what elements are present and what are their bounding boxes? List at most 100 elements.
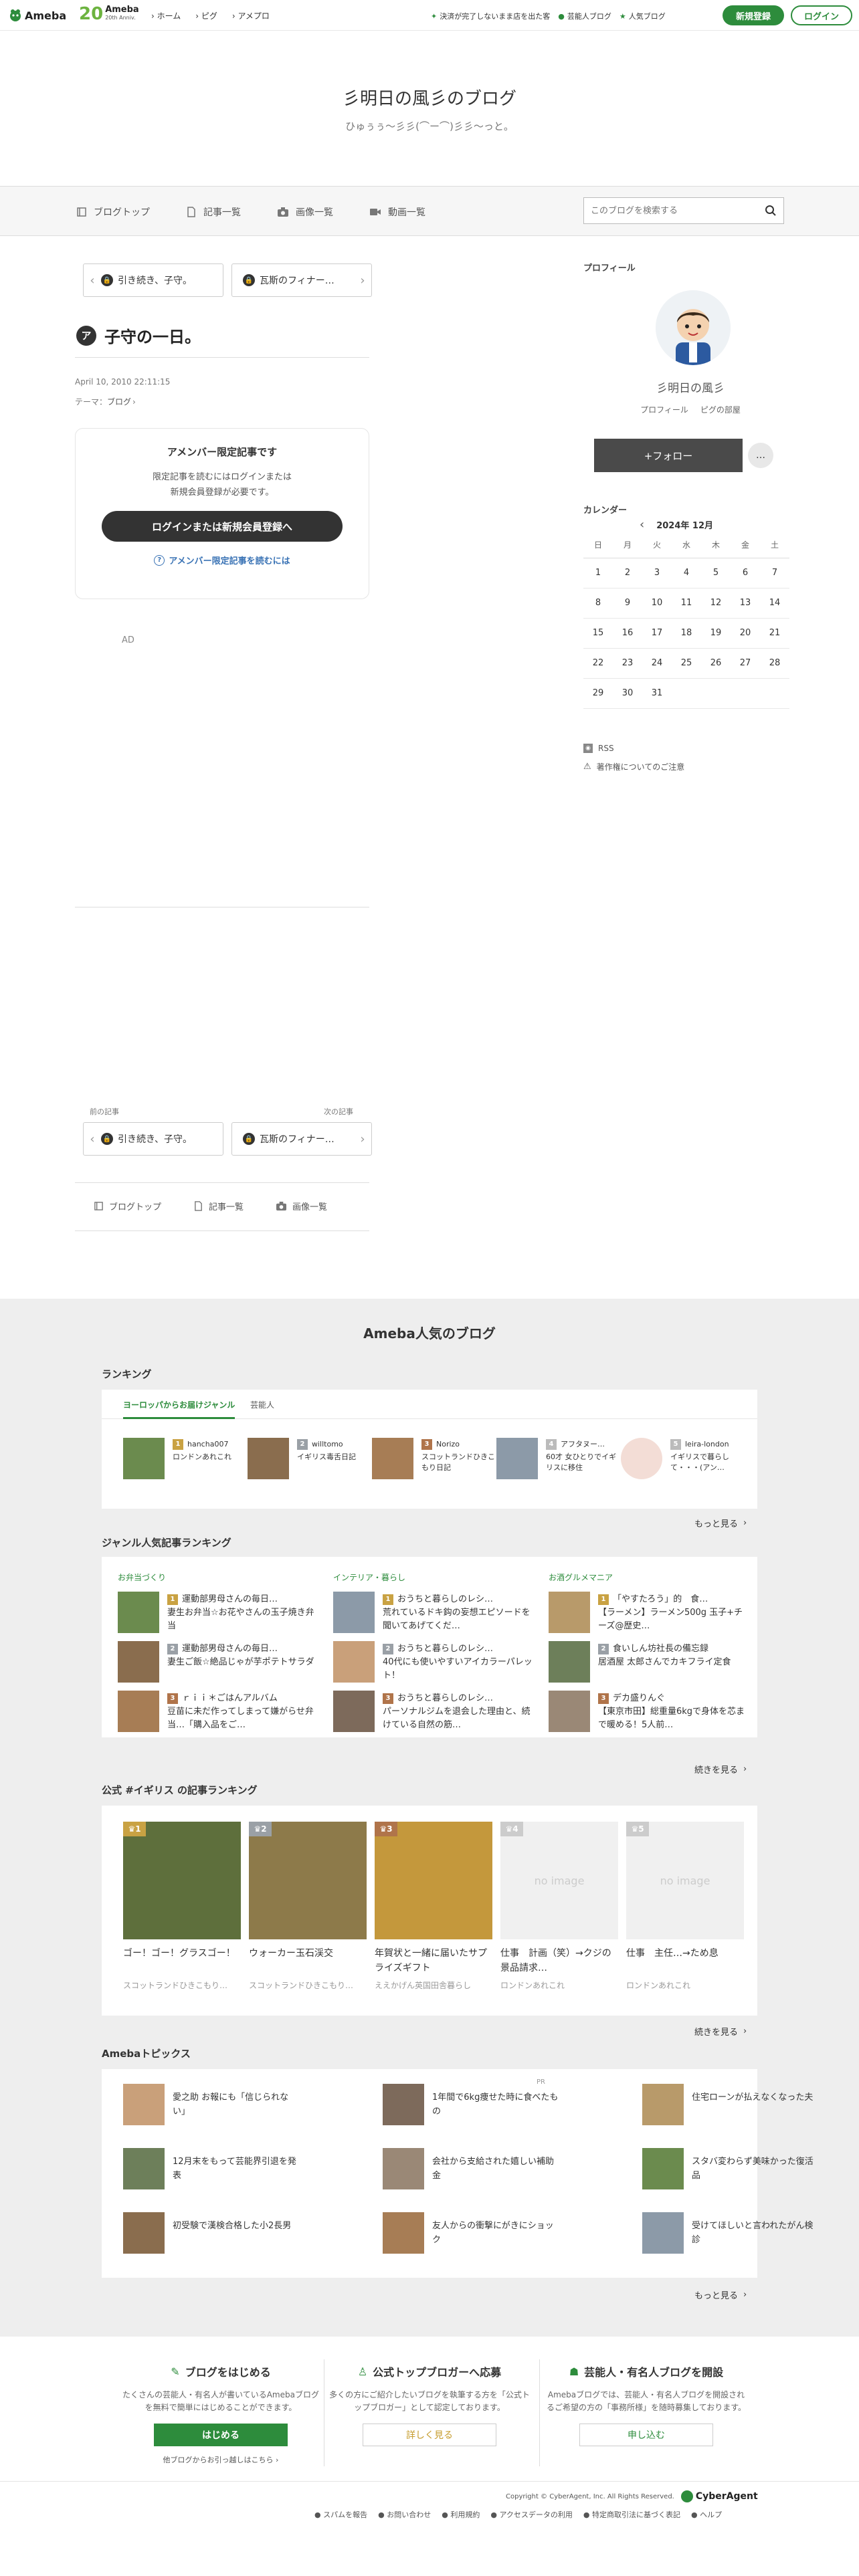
hashtag-more-link[interactable]: 続きを見る › bbox=[694, 2025, 747, 2038]
divider bbox=[75, 357, 369, 358]
genre-ranking-item[interactable]: 2 運動部男母さんの毎日… 妻生ご飯☆絶品じゃが芋ポテトサラダ bbox=[118, 1641, 318, 1683]
genre-ranking-item[interactable]: 1 「やすたろう」的 食… 【ラーメン】ラーメン500g 玉子+チーズ@歴史… bbox=[549, 1592, 749, 1633]
question-icon: ? bbox=[154, 554, 165, 566]
topic-item[interactable]: 初受験で漢検合格した小2長男 bbox=[123, 2212, 377, 2254]
rss-link[interactable]: ◉ RSS bbox=[583, 744, 614, 753]
signup-button[interactable]: 新規登録 bbox=[723, 5, 784, 25]
nav-entry-list[interactable]: 記事一覧 bbox=[186, 205, 241, 219]
profile-link[interactable]: プロフィール bbox=[640, 404, 688, 415]
footer-link[interactable]: ● お問い合わせ bbox=[378, 2509, 431, 2520]
blog-search-input[interactable] bbox=[584, 199, 758, 223]
ranking-item[interactable]: 5 leira-london イギリスで暮らして・・・(アン… bbox=[621, 1438, 741, 1481]
footer-link[interactable]: ● アクセスデータの利用 bbox=[490, 2509, 573, 2520]
genre-more-link[interactable]: 続きを見る › bbox=[694, 1763, 747, 1776]
hashtag-entry[interactable]: ♛ 3 年賀状と一緒に届いたサプライズギフト ええかげん英国田舎暮らし bbox=[375, 1822, 492, 1991]
profile-name[interactable]: 彡明日の風彡 bbox=[583, 379, 797, 395]
apply-button[interactable]: 申し込む bbox=[579, 2424, 713, 2446]
ranking-more-link[interactable]: もっと見る › bbox=[694, 1517, 747, 1529]
topic-item[interactable]: 愛之助 お報にも「信じられない」 bbox=[123, 2084, 377, 2125]
search-icon[interactable] bbox=[758, 205, 783, 217]
nav-blog-top[interactable]: ブログトップ bbox=[76, 205, 150, 219]
genre-ranking-item[interactable]: 3 デカ盛りんぐ 【東京市田】総重量6kgで身体を芯まで暖める！5人前… bbox=[549, 1691, 749, 1732]
follow-button[interactable]: +フォロー bbox=[594, 439, 743, 472]
footer-link[interactable]: ● ヘルプ bbox=[691, 2509, 722, 2520]
more-menu-button[interactable]: … bbox=[748, 443, 773, 468]
topic-title: 住宅ローンが払えなくなった夫 bbox=[692, 2092, 814, 2103]
ranking-item[interactable]: 3 Norizo スコットランドひきこもり日記 bbox=[372, 1438, 495, 1481]
cyberagent-logo[interactable]: CyberAgent bbox=[680, 2490, 758, 2502]
genre-name[interactable]: インテリア・暮らし bbox=[333, 1572, 405, 1583]
start-blog-button[interactable]: はじめる bbox=[154, 2424, 288, 2446]
nav-video-list[interactable]: 動画一覧 bbox=[369, 205, 425, 219]
hashtag-entry[interactable]: ♛ 2 ウォーカー玉石渓交 スコットランドひきこもり… bbox=[249, 1822, 367, 1991]
bottom-nav-image-list[interactable]: 画像一覧 bbox=[276, 1200, 327, 1212]
hashtag-entry[interactable]: no image ♛ 4 仕事 計画（笑）→クジの景品請求… ロンドンあれこれ bbox=[500, 1822, 618, 1991]
genre-ranking-item[interactable]: 1 運動部男母さんの毎日… 妻生お弁当☆お花やさんの玉子焼き弁当 bbox=[118, 1592, 318, 1633]
login-button[interactable]: ログイン bbox=[791, 5, 852, 25]
pigg-room-link[interactable]: ピグの部屋 bbox=[700, 404, 741, 415]
topic-item[interactable]: 受けてほしいと言われたがん検診 bbox=[642, 2212, 859, 2254]
ranking-item[interactable]: 1 hancha007 ロンドンあれこれ bbox=[123, 1438, 244, 1481]
topics-more-link[interactable]: もっと見る › bbox=[694, 2288, 747, 2301]
blog-title[interactable]: 彡明日の風彡のブログ bbox=[0, 85, 859, 110]
bullet-icon: ● bbox=[583, 2510, 590, 2519]
hashtag-entry[interactable]: no image ♛ 5 仕事 主任…→ため息 ロンドンあれこれ bbox=[626, 1822, 744, 1991]
next-entry-bottom[interactable]: 🔒 瓦斯のフィナー… › bbox=[231, 1122, 372, 1156]
footer-link[interactable]: ● スパムを報告 bbox=[314, 2509, 367, 2520]
amember-help-link[interactable]: ? アメンバー限定記事を読むには bbox=[76, 554, 369, 566]
theme-link[interactable]: ブログ bbox=[107, 396, 131, 407]
next-label: 次の記事 bbox=[324, 1107, 353, 1116]
genre-ranking-item[interactable]: 3 おうちと暮らしのレシ… パーソナルジムを退会した理由と、続けている自然の筋… bbox=[333, 1691, 534, 1732]
book-icon bbox=[77, 207, 86, 217]
tab-celebrity[interactable]: 芸能人 bbox=[250, 1399, 274, 1410]
ameba-logo[interactable]: Ameba bbox=[8, 8, 66, 23]
article-title[interactable]: 子守の一日。 bbox=[104, 324, 201, 347]
topic-item[interactable]: 12月末をもって芸能界引退を発表 bbox=[123, 2148, 377, 2189]
topic-item[interactable]: 住宅ローンが払えなくなった夫 bbox=[642, 2084, 859, 2125]
genre-name[interactable]: お弁当づくり bbox=[118, 1572, 166, 1583]
genre-name[interactable]: お酒グルメマニア bbox=[549, 1572, 613, 1583]
chevron-left-icon[interactable]: ‹ bbox=[640, 518, 644, 532]
nav-image-list[interactable]: 画像一覧 bbox=[277, 205, 333, 219]
chevron-left-icon: ‹ bbox=[90, 1132, 95, 1146]
footer-link[interactable]: ● 特定商取引法に基づく表記 bbox=[583, 2509, 680, 2520]
genre-ranking-item[interactable]: 2 食いしん坊社長の備忘録 居酒屋 太郎さんでカキフライ定食 bbox=[549, 1641, 749, 1683]
genre-ranking-item[interactable]: 2 おうちと暮らしのレシ… 40代にも使いやすいアイカラーパレット！ bbox=[333, 1641, 534, 1683]
calendar-day: 28 bbox=[760, 648, 789, 679]
rank-badge: 2 bbox=[598, 1644, 609, 1654]
footer-link[interactable]: ● 利用規約 bbox=[442, 2509, 480, 2520]
rank-badge: 2 bbox=[383, 1644, 393, 1654]
ranking-item[interactable]: 2 willtomo イギリス毒舌日記 bbox=[248, 1438, 368, 1481]
topic-item[interactable]: スタバ変わらず美味かった復活品 bbox=[642, 2148, 859, 2189]
tab-europe[interactable]: ヨーロッパからお届けジャンル bbox=[123, 1399, 235, 1419]
nav-amepro[interactable]: › アメプロ bbox=[232, 10, 270, 21]
nav-home[interactable]: › ホーム bbox=[151, 10, 181, 21]
prev-entry-bottom[interactable]: ‹ 🔒 引き続き、子守。 bbox=[83, 1122, 223, 1156]
ranking-item[interactable]: 4 アフタヌー… 60才 女ひとりでイギリスに移住 bbox=[496, 1438, 617, 1481]
hashtag-entry-author: ええかげん英国田舎暮らし bbox=[375, 1981, 472, 1990]
genre-ranking-item[interactable]: 3 ｒｉｉ＊ごはんアルバム 豆苗に未だ作ってしまって嫌がらせ弁当…「購入品をご… bbox=[118, 1691, 318, 1732]
chevron-left-icon: ‹ bbox=[90, 273, 95, 288]
copyright-notice-link[interactable]: ⚠ 著作権についてのご注意 bbox=[583, 761, 684, 772]
profile-avatar[interactable] bbox=[656, 290, 731, 365]
topic-item[interactable]: 友人からの衝撃にがきにショック bbox=[383, 2212, 637, 2254]
login-register-button[interactable]: ログインまたは新規会員登録へ bbox=[102, 511, 343, 542]
genre-blog-name: 運動部男母さんの毎日… bbox=[182, 1594, 278, 1604]
celeb-link[interactable]: ● 芸能人ブログ bbox=[558, 11, 611, 21]
hashtag-entry[interactable]: ♛ 1 ゴー！ゴー！グラスゴー！ スコットランドひきこもり… bbox=[123, 1822, 241, 1991]
details-button[interactable]: 詳しく見る bbox=[363, 2424, 496, 2446]
prev-entry-top[interactable]: ‹ 🔒 引き続き、子守。 bbox=[83, 263, 223, 297]
nav-pigg[interactable]: › ピグ bbox=[195, 10, 217, 21]
migrate-link[interactable]: 他ブログからお引っ越しはこちら › bbox=[120, 2454, 321, 2465]
popular-link[interactable]: ★ 人気ブログ bbox=[619, 11, 666, 21]
topic-thumbnail bbox=[642, 2084, 684, 2125]
campaign-link[interactable]: ✦ 決済が完了しないまま店を出た客 bbox=[431, 11, 550, 21]
blog-desc: イギリス毒舌日記 bbox=[297, 1453, 356, 1461]
bottom-nav-entry-list[interactable]: 記事一覧 bbox=[193, 1200, 244, 1212]
next-entry-top[interactable]: 🔒 瓦斯のフィナー… › bbox=[231, 263, 372, 297]
bottom-nav-blog-top[interactable]: ブログトップ bbox=[94, 1200, 161, 1212]
genre-ranking-item[interactable]: 1 おうちと暮らしのレシ… 荒れているドキ鈎の妄想エピソードを聞いてあげてくだ… bbox=[333, 1592, 534, 1633]
anniversary-logo[interactable]: 20 Ameba 20th Anniv. bbox=[79, 4, 139, 24]
topic-item[interactable]: 会社から支給された嬉しい補助金 bbox=[383, 2148, 637, 2189]
topic-item[interactable]: 1年間で6kg痩せた時に食べたもの bbox=[383, 2084, 637, 2125]
